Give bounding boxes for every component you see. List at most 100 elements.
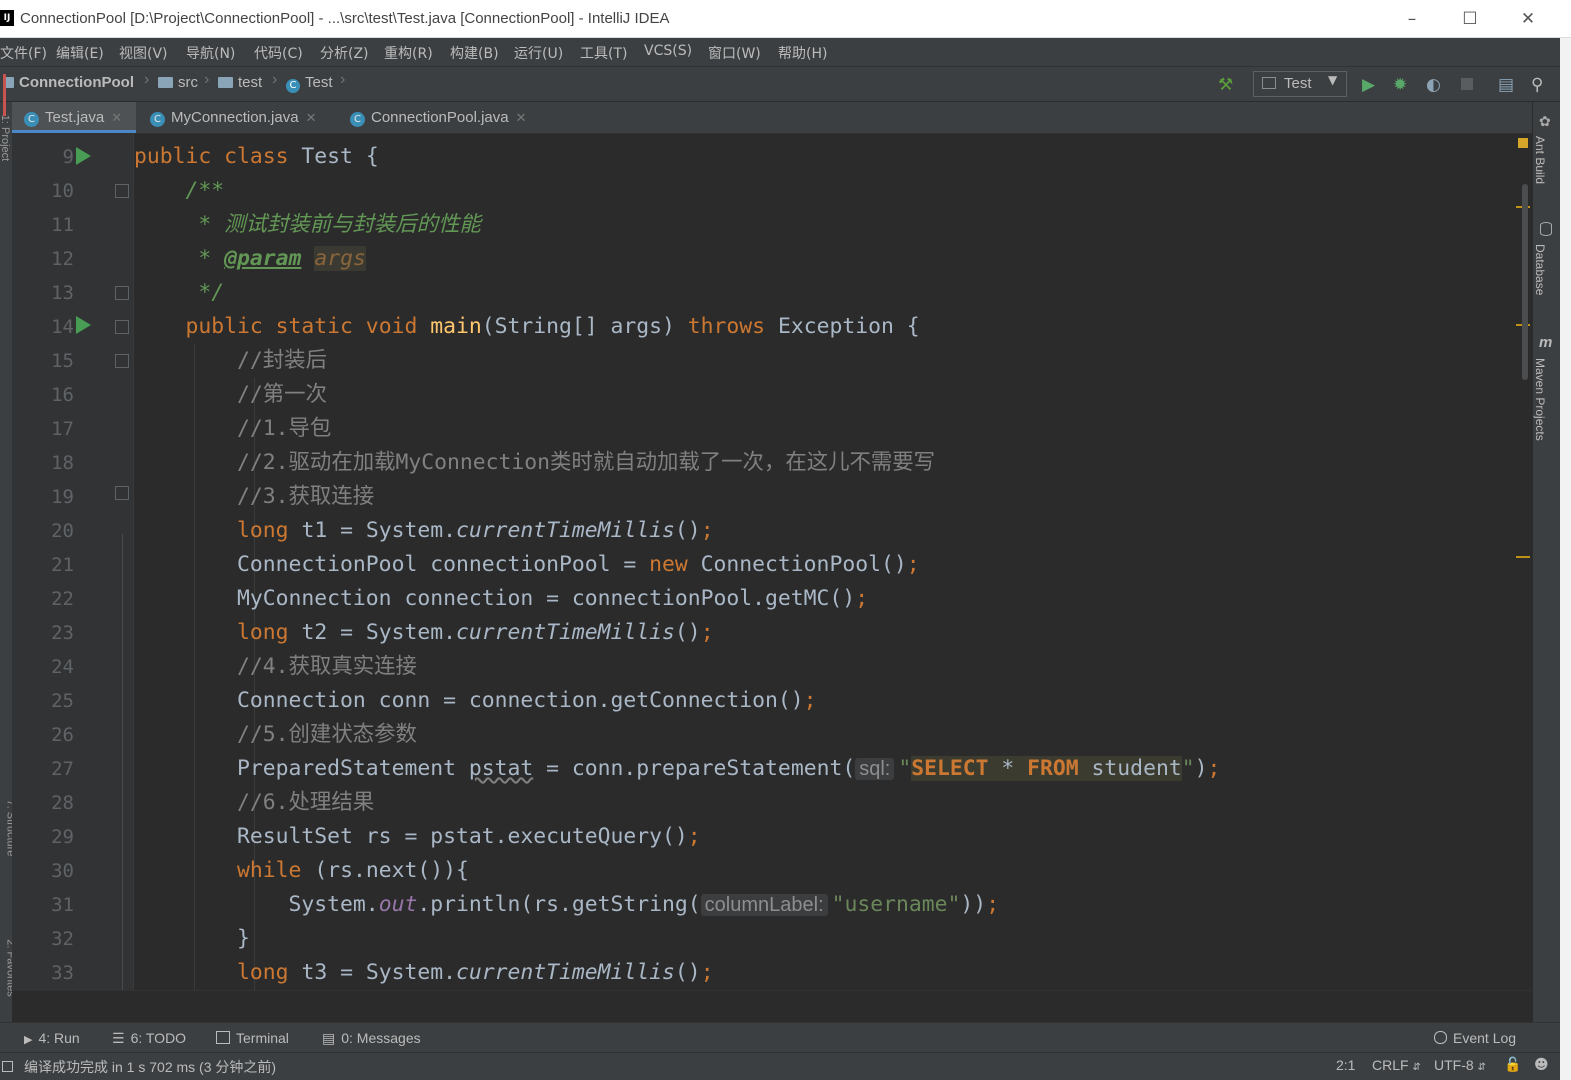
comment: //1.导包 <box>237 416 332 441</box>
line-number: 27 <box>51 758 74 780</box>
lock-icon[interactable]: 🔓 <box>1504 1057 1521 1073</box>
search-icon[interactable]: ⚲ <box>1531 75 1543 95</box>
code-line-28: //6.处理结果 <box>134 786 374 820</box>
tool-window-bar: ▶ 4: Run ☰ 6: TODO Terminal ▤ 0: Messages E… <box>0 1022 1560 1053</box>
folder-icon <box>158 77 173 88</box>
class-icon: C <box>24 112 39 127</box>
close-icon[interactable]: ✕ <box>516 110 527 125</box>
menu-help[interactable]: 帮助(H) <box>778 43 827 63</box>
error-marker <box>3 74 6 116</box>
minimize-button[interactable]: – <box>1398 6 1426 32</box>
menu-run[interactable]: 运行(U) <box>514 43 563 63</box>
menu-window[interactable]: 窗口(W) <box>708 43 761 63</box>
code-line-31: System.out.println(rs.getString(columnLa… <box>134 892 1000 917</box>
menu-navigate[interactable]: 导航(N) <box>186 43 235 63</box>
status-bar: 编译成功完成 in 1 s 702 ms (3 分钟之前) 2:1 CRLF ⇵… <box>0 1052 1560 1080</box>
run-icon: ▶ <box>24 1033 33 1046</box>
menu-file[interactable]: 文件(F) <box>0 43 47 63</box>
code-line-11: * 测试封装前与封装后的性能 <box>134 212 481 237</box>
build-hammer-icon[interactable]: ⚒ <box>1218 75 1233 95</box>
messages-tool-button[interactable]: ▤ 0: Messages <box>322 1030 421 1047</box>
menu-bar: 文件(F) 编辑(E) 视图(V) 导航(N) 代码(C) 分析(Z) 重构(R… <box>0 38 1560 66</box>
menu-view[interactable]: 视图(V) <box>119 43 168 63</box>
todo-tool-button[interactable]: ☰ 6: TODO <box>112 1030 186 1047</box>
run-icon[interactable]: ▶ <box>1362 75 1375 95</box>
updown-icon: ⇵ <box>1412 1062 1421 1073</box>
fold-toggle-icon[interactable] <box>115 354 129 368</box>
warning-status-icon <box>1518 138 1528 148</box>
code-line-26: //5.创建状态参数 <box>134 718 417 752</box>
close-icon[interactable]: ✕ <box>111 110 122 125</box>
tab-connectionpool-java[interactable]: C ConnectionPool.java ✕ <box>338 102 548 133</box>
code-line-30: while (rs.next()){ <box>237 858 469 883</box>
menu-code[interactable]: 代码(C) <box>254 43 303 63</box>
code-line-15: //封装后 <box>134 344 327 378</box>
line-number: 12 <box>51 248 74 270</box>
breadcrumb-project[interactable]: ConnectionPool <box>4 74 134 91</box>
event-log-tool-button[interactable]: Event Log <box>1434 1030 1516 1046</box>
fold-toggle-icon[interactable] <box>115 320 129 334</box>
tool-windows-toggle-icon[interactable] <box>2 1061 13 1072</box>
code-editor[interactable]: public class Test { /** * 测试封装前与封装后的性能 *… <box>134 134 1514 990</box>
terminal-tool-button[interactable]: Terminal <box>216 1030 289 1046</box>
fold-toggle-icon[interactable] <box>115 184 129 198</box>
line-number: 30 <box>51 860 74 882</box>
comment: //4.获取真实连接 <box>237 654 417 679</box>
maximize-button[interactable]: ☐ <box>1456 6 1484 32</box>
menu-refactor[interactable]: 重构(R) <box>384 43 433 63</box>
code-line-24: //4.获取真实连接 <box>134 650 417 684</box>
database-tool-button[interactable]: Database <box>1533 244 1547 295</box>
comment: //6.处理结果 <box>237 790 375 815</box>
menu-edit[interactable]: 编辑(E) <box>56 43 104 63</box>
coverage-icon[interactable]: ◐ <box>1426 75 1441 95</box>
code-line-18: //2.驱动在加载MyConnection类时就自动加载了一次，在这儿不需要写 <box>134 446 935 480</box>
vertical-scrollbar-thumb[interactable] <box>1522 184 1528 380</box>
project-structure-icon[interactable]: ▤ <box>1498 75 1514 95</box>
maven-projects-tool-button[interactable]: Maven Projects <box>1533 358 1547 441</box>
code-line-20: long t1 = System.currentTimeMillis(); <box>237 518 714 543</box>
string-literal: "username" <box>831 892 961 917</box>
close-window-button[interactable]: ✕ <box>1514 6 1542 32</box>
tab-label: Test.java <box>45 109 105 126</box>
tab-myconnection-java[interactable]: C MyConnection.java ✕ <box>138 102 338 133</box>
stop-icon[interactable] <box>1461 78 1473 90</box>
updown-icon: ⇵ <box>1477 1062 1486 1073</box>
fold-toggle-icon[interactable] <box>115 486 129 500</box>
debug-bug-icon[interactable]: ✹ <box>1393 75 1407 95</box>
ant-build-tool-button[interactable]: Ant Build <box>1533 136 1547 184</box>
breadcrumb-class[interactable]: C Test <box>286 74 333 93</box>
code-line-32: } <box>134 926 250 951</box>
run-class-gutter-icon[interactable] <box>76 147 91 165</box>
intellij-logo-icon: IJ <box>0 10 14 26</box>
menu-vcs[interactable]: VCS(S) <box>644 43 692 59</box>
run-config-label: Test <box>1284 75 1312 92</box>
parameter-hint: columnLabel: <box>700 894 828 916</box>
fold-toggle-icon[interactable] <box>115 286 129 300</box>
breadcrumb-separator: › <box>272 71 278 88</box>
run-tool-button[interactable]: ▶ 4: Run <box>24 1030 80 1046</box>
menu-tools[interactable]: 工具(T) <box>580 43 627 63</box>
parameter-hint: sql: <box>855 758 895 780</box>
breadcrumb-src[interactable]: src <box>158 74 198 91</box>
close-icon[interactable]: ✕ <box>306 110 317 125</box>
window-title: ConnectionPool [D:\Project\ConnectionPoo… <box>20 10 670 27</box>
config-icon <box>1262 77 1276 89</box>
line-separator-selector[interactable]: CRLF ⇵ <box>1372 1057 1421 1073</box>
horizontal-scroll-area[interactable] <box>12 990 1532 1023</box>
caret-position[interactable]: 2:1 <box>1336 1057 1355 1073</box>
tab-test-java[interactable]: C Test.java ✕ <box>12 102 136 133</box>
menu-build[interactable]: 构建(B) <box>450 43 499 63</box>
project-tool-button[interactable]: 1: Project <box>0 115 11 161</box>
encoding-selector[interactable]: UTF-8 ⇵ <box>1434 1057 1486 1073</box>
chevron-down-icon: ▼ <box>1328 73 1338 87</box>
line-number: 25 <box>51 690 74 712</box>
warning-marker[interactable] <box>1516 556 1530 558</box>
background-window-edge <box>1560 38 1571 1080</box>
breadcrumb-separator: › <box>204 71 210 88</box>
inspector-icon[interactable]: ☻ <box>1534 1057 1549 1073</box>
run-configuration-select[interactable]: Test ▼ <box>1253 71 1347 97</box>
menu-analyze[interactable]: 分析(Z) <box>320 43 369 63</box>
run-main-gutter-icon[interactable] <box>76 316 91 334</box>
code-line-25: Connection conn = connection.getConnecti… <box>134 688 817 713</box>
breadcrumb-test[interactable]: test <box>218 74 262 91</box>
